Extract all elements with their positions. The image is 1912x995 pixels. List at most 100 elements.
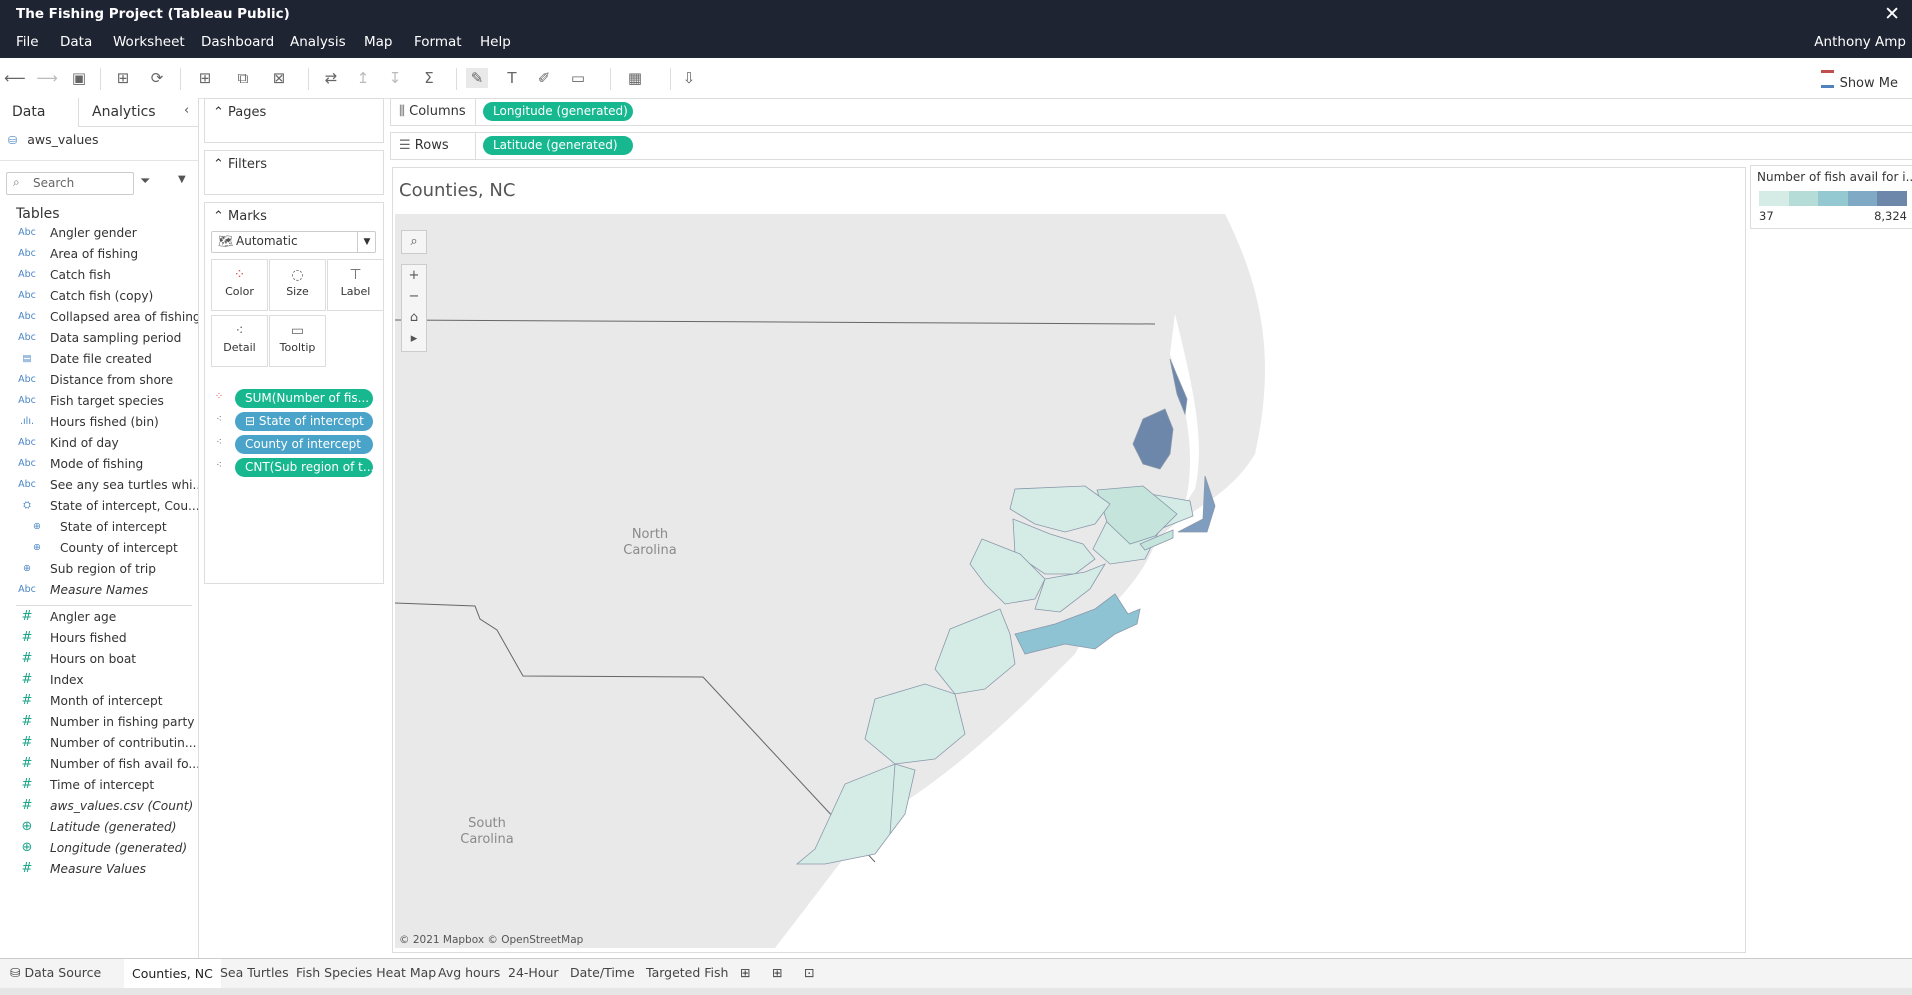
marks-pill-county[interactable]: County of intercept (235, 435, 373, 454)
dimension-field[interactable]: .ılı. Hours fished (bin) (0, 414, 198, 432)
tab-avg-hours[interactable]: Avg hours (438, 965, 500, 980)
redo-icon[interactable]: ⟶ (36, 68, 58, 88)
search-input[interactable]: ⌕ Search (6, 172, 134, 195)
annotate-icon[interactable]: ✐ (533, 68, 555, 88)
columns-pill[interactable]: Longitude (generated) (483, 102, 633, 121)
color-legend[interactable]: Number of fish avail for i... 37 8,324 (1750, 165, 1912, 229)
new-datasource-icon[interactable]: ⊞ (112, 68, 134, 88)
menu-worksheet[interactable]: Worksheet (113, 34, 185, 50)
fit-icon[interactable]: ▭ (567, 68, 589, 88)
rows-pill[interactable]: Latitude (generated) (483, 136, 633, 155)
marks-pill-sum-fish[interactable]: SUM(Number of fis... (235, 389, 373, 408)
menu-analysis[interactable]: Analysis (290, 34, 346, 50)
show-cards-icon[interactable]: ▦ (624, 68, 646, 88)
tab-analytics[interactable]: Analytics (92, 104, 156, 120)
menu-dashboard[interactable]: Dashboard (201, 34, 274, 50)
tab-data-source[interactable]: ⛁ Data Source (10, 965, 101, 980)
dimension-field[interactable]: Abc Area of fishing (0, 246, 198, 264)
measure-field[interactable]: ⊕ Longitude (generated) (0, 840, 198, 858)
measure-field[interactable]: ⊕ Latitude (generated) (0, 819, 198, 837)
dimension-field[interactable]: Abc Mode of fishing (0, 456, 198, 474)
clear-sheet-icon[interactable]: ⊠ (268, 68, 290, 88)
dimension-field[interactable]: ⛭ State of intercept, Cou... (0, 498, 198, 516)
pause-updates-icon[interactable]: ⟳ (146, 68, 168, 88)
swap-icon[interactable]: ⇄ (320, 68, 342, 88)
menu-file[interactable]: File (16, 34, 39, 50)
map-search-icon[interactable]: ⌕ (401, 230, 427, 254)
datasource-item[interactable]: ⛁ aws_values (8, 132, 99, 147)
filters-card[interactable]: ⌃ Filters (204, 150, 384, 195)
measure-field[interactable]: # aws_values.csv (Count) (0, 798, 198, 816)
tab-date-time[interactable]: Date/Time (570, 965, 635, 980)
map[interactable]: North Carolina South Carolina © 2021 Map… (395, 214, 1743, 948)
save-icon[interactable]: ▣ (68, 68, 90, 88)
new-story-tab-icon[interactable]: ⊡ (804, 965, 814, 980)
duplicate-sheet-icon[interactable]: ⧉ (232, 68, 254, 88)
measure-field[interactable]: # Number of fish avail fo... (0, 756, 198, 774)
pages-card[interactable]: ⌃ Pages (204, 98, 384, 143)
dimension-field[interactable]: Abc Data sampling period (0, 330, 198, 348)
mark-type-dropdown[interactable]: 🗺 Automatic ▼ (211, 231, 376, 253)
measure-field[interactable]: # Angler age (0, 609, 198, 627)
measure-field[interactable]: # Index (0, 672, 198, 690)
sort-ascending-icon[interactable]: ↥ (352, 68, 374, 88)
new-worksheet-tab-icon[interactable]: ⊞ (740, 965, 750, 980)
dimension-field[interactable]: ⊕ State of intercept (0, 519, 198, 537)
measure-field[interactable]: # Month of intercept (0, 693, 198, 711)
measure-field[interactable]: # Number in fishing party (0, 714, 198, 732)
label-button[interactable]: ⊤ Label (327, 259, 384, 311)
new-worksheet-icon[interactable]: ⊞ (194, 68, 216, 88)
size-button[interactable]: ◌ Size (269, 259, 326, 311)
totals-icon[interactable]: Σ (418, 68, 440, 88)
new-dashboard-tab-icon[interactable]: ⊞ (772, 965, 782, 980)
dimension-field[interactable]: Abc Fish target species (0, 393, 198, 411)
tab-fish-species-heat-map[interactable]: Fish Species Heat Map (296, 965, 436, 980)
menu-data[interactable]: Data (60, 34, 92, 50)
home-icon[interactable]: ⌂ (402, 307, 426, 328)
presentation-icon[interactable]: ⇩ (678, 68, 700, 88)
measure-field[interactable]: # Hours fished (0, 630, 198, 648)
menu-map[interactable]: Map (364, 34, 393, 50)
dimension-field[interactable]: ⊕ County of intercept (0, 540, 198, 558)
measure-field[interactable]: # Number of contributin... (0, 735, 198, 753)
measure-field[interactable]: # Measure Values (0, 861, 198, 879)
menu-format[interactable]: Format (414, 34, 462, 50)
dimension-field[interactable]: Abc See any sea turtles whi... (0, 477, 198, 495)
dimension-field[interactable]: Abc Catch fish (0, 267, 198, 285)
highlight-icon[interactable]: ✎ (466, 68, 488, 88)
measure-field[interactable]: # Hours on boat (0, 651, 198, 669)
tab-sea-turtles[interactable]: Sea Turtles (220, 965, 289, 980)
rows-shelf[interactable]: ☰ Rows Latitude (generated) (390, 132, 1912, 160)
marks-pill-state[interactable]: ⊟ State of intercept (235, 412, 373, 431)
sort-descending-icon[interactable]: ↧ (384, 68, 406, 88)
close-icon[interactable]: ✕ (1884, 3, 1900, 25)
show-me-button[interactable]: Show Me (1820, 70, 1898, 91)
dimension-field[interactable]: Abc Collapsed area of fishing (0, 309, 198, 327)
dimension-field[interactable]: ▤ Date file created (0, 351, 198, 369)
zoom-in-icon[interactable]: + (402, 265, 426, 286)
tab-targeted-fish[interactable]: Targeted Fish (646, 965, 728, 980)
dimension-field[interactable]: Abc Distance from shore (0, 372, 198, 390)
dimension-field[interactable]: Abc Catch fish (copy) (0, 288, 198, 306)
tab-counties-nc[interactable]: Counties, NC (124, 959, 221, 989)
tooltip-button[interactable]: ▭ Tooltip (269, 315, 326, 367)
pane-menu-icon[interactable]: ▼ (178, 174, 186, 185)
filter-fields-icon[interactable]: ⏷ (140, 174, 150, 189)
tab-data[interactable]: Data (12, 104, 45, 120)
collapse-pane-icon[interactable]: ‹ (184, 103, 189, 118)
detail-button[interactable]: ⁖ Detail (211, 315, 268, 367)
menu-help[interactable]: Help (480, 34, 511, 50)
tab-24-hour[interactable]: 24-Hour (508, 965, 559, 980)
color-button[interactable]: ⁘ Color (211, 259, 268, 311)
zoom-out-icon[interactable]: − (402, 286, 426, 307)
dimension-field[interactable]: Abc Angler gender (0, 225, 198, 243)
marks-pill-cnt-subregion[interactable]: CNT(Sub region of t... (235, 458, 373, 477)
measure-field[interactable]: # Time of intercept (0, 777, 198, 795)
pan-arrow-icon[interactable]: ▸ (402, 328, 426, 349)
undo-icon[interactable]: ⟵ (4, 68, 26, 88)
labels-icon[interactable]: T (501, 68, 523, 88)
dimension-field[interactable]: Abc Kind of day (0, 435, 198, 453)
columns-shelf[interactable]: ⫼ Columns Longitude (generated) (390, 98, 1912, 126)
user-name[interactable]: Anthony Amp (1814, 34, 1906, 50)
dimension-field[interactable]: Abc Measure Names (0, 582, 198, 600)
